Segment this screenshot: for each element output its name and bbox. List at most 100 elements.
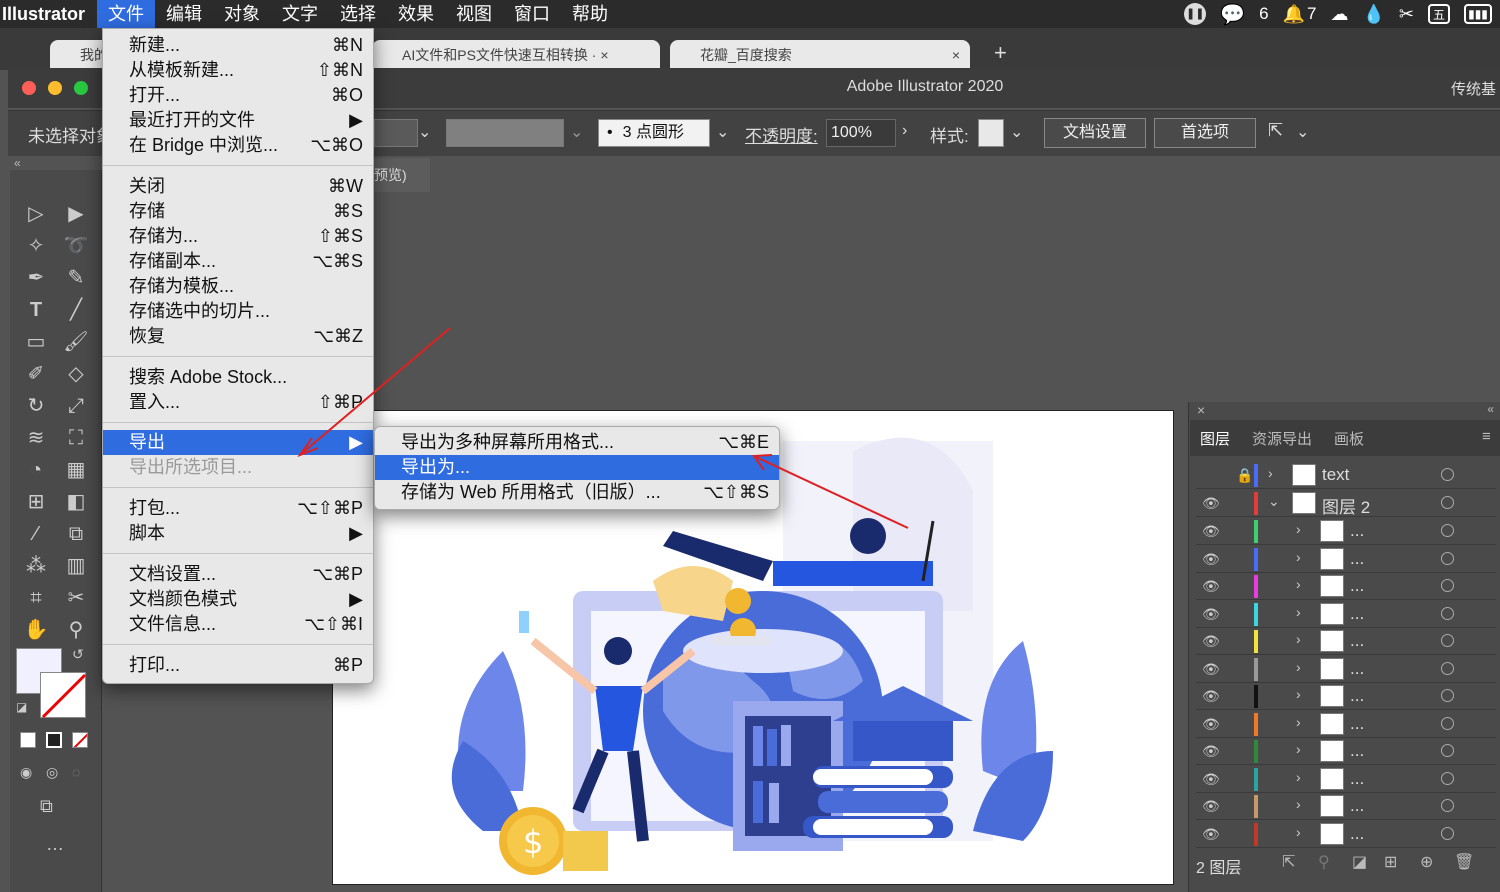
sublayer-row[interactable]: 👁 › ...	[1196, 628, 1496, 655]
tab-layers[interactable]: 图层	[1200, 428, 1230, 449]
visibility-eye-icon[interactable]: 👁	[1202, 633, 1220, 649]
document-tab[interactable]: 预览)	[370, 158, 430, 192]
lock-icon[interactable]: 🔒	[1236, 467, 1253, 483]
variable-width-profile[interactable]	[446, 119, 564, 147]
menu-item-save[interactable]: 存储 ⌘S	[103, 199, 373, 224]
sublayer-row[interactable]: 👁 › ...	[1196, 683, 1496, 710]
target-circle-icon[interactable]	[1441, 826, 1454, 840]
screen-mode-icon[interactable]: ⧉	[40, 796, 53, 817]
app-menu-illustrator[interactable]: Illustrator	[0, 4, 97, 25]
menu-item-document-setup[interactable]: 文档设置... ⌥⌘P	[103, 562, 373, 587]
menu-item-open[interactable]: 打开... ⌘O	[103, 83, 373, 108]
gradient-tool-icon[interactable]: ◧	[62, 488, 90, 516]
panel-collapse-icon[interactable]: «	[1487, 402, 1494, 416]
bell-icon[interactable]: 🔔	[1283, 4, 1305, 25]
column-graph-tool-icon[interactable]: ▥	[62, 552, 90, 580]
style-dropdown-icon[interactable]: ⌄	[1010, 122, 1023, 142]
shaper-tool-icon[interactable]: ✐	[22, 360, 50, 388]
layer-name[interactable]: 图层 2	[1322, 493, 1370, 518]
make-clipping-mask-icon[interactable]: ◪	[1352, 852, 1367, 872]
drop-icon[interactable]: 💧	[1362, 4, 1384, 25]
rectangle-tool-icon[interactable]: ▭	[22, 328, 50, 356]
menu-item-export-as[interactable]: 导出为...	[375, 455, 779, 480]
layer-name[interactable]: text	[1322, 465, 1349, 485]
browser-tab-3[interactable]: 花瓣_百度搜索 ×	[670, 40, 970, 70]
chevron-right-icon[interactable]: ›	[1296, 714, 1301, 730]
target-circle-icon[interactable]	[1441, 468, 1454, 481]
sublayer-name[interactable]: ...	[1350, 576, 1364, 596]
sublayer-name[interactable]: ...	[1350, 796, 1364, 816]
pause-icon[interactable]: ❚❚	[1184, 3, 1207, 25]
draw-behind-icon[interactable]: ◎	[46, 764, 58, 781]
target-circle-icon[interactable]	[1441, 551, 1454, 565]
sublayer-name[interactable]: ...	[1350, 659, 1364, 679]
menu-item-package[interactable]: 打包... ⌥⇧⌘P	[103, 496, 373, 521]
battery-icon[interactable]: ▮▮▮	[1464, 4, 1492, 24]
chevron-right-icon[interactable]: ›	[1296, 796, 1301, 812]
sublayer-name[interactable]: ...	[1350, 549, 1364, 569]
document-setup-button[interactable]: 文档设置	[1044, 118, 1146, 148]
menu-item-document-color-mode[interactable]: 文档颜色模式 ▶	[103, 587, 373, 612]
workspace-switcher[interactable]: 传统基	[1451, 78, 1500, 99]
menu-item-export-for-screens[interactable]: 导出为多种屏幕所用格式... ⌥⌘E	[375, 430, 779, 455]
visibility-eye-icon[interactable]: 👁	[1202, 798, 1220, 814]
arrange-icon[interactable]: ⇱	[1268, 120, 1283, 141]
tab-artboards[interactable]: 画板	[1334, 428, 1364, 449]
chevron-right-icon[interactable]: ›	[1296, 521, 1301, 537]
eyedropper-tool-icon[interactable]: ⁄	[22, 520, 50, 548]
visibility-eye-icon[interactable]: 👁	[1202, 716, 1220, 732]
lasso-tool-icon[interactable]: ➰	[62, 232, 90, 260]
export-icon[interactable]: ⇱	[1282, 852, 1295, 872]
browser-tab-1[interactable]: 我的	[50, 40, 110, 70]
chevron-right-icon[interactable]: ›	[1296, 824, 1301, 840]
menu-file[interactable]: 文件	[97, 0, 156, 28]
rotate-tool-icon[interactable]: ↻	[22, 392, 50, 420]
target-circle-icon[interactable]	[1441, 496, 1454, 509]
input-method-icon[interactable]: 五	[1428, 4, 1450, 24]
target-circle-icon[interactable]	[1441, 634, 1454, 647]
new-layer-icon[interactable]: ⊕	[1420, 852, 1433, 872]
visibility-eye-icon[interactable]: 👁	[1202, 551, 1220, 567]
browser-tab-2[interactable]: AI文件和PS文件快速互相转换 · ×	[372, 40, 660, 70]
brush-dropdown-icon[interactable]: ⌄	[716, 122, 729, 142]
menu-effect[interactable]: 效果	[387, 0, 445, 28]
selection-tool-icon[interactable]: ▷	[22, 200, 50, 228]
menu-item-revert[interactable]: 恢复 ⌥⌘Z	[103, 324, 373, 349]
sublayer-row[interactable]: 👁 › ...	[1196, 766, 1496, 793]
target-circle-icon[interactable]	[1441, 771, 1454, 785]
delete-layer-icon[interactable]: 🗑	[1454, 852, 1474, 872]
menu-item-search-adobe-stock[interactable]: 搜索 Adobe Stock...	[103, 365, 373, 390]
more-tools-icon[interactable]: …	[46, 834, 64, 855]
scale-tool-icon[interactable]: ⤢	[62, 392, 90, 420]
menu-item-new[interactable]: 新建... ⌘N	[103, 33, 373, 58]
menu-view[interactable]: 视图	[445, 0, 503, 28]
draw-normal-icon[interactable]: ◉	[20, 764, 32, 781]
zoom-window-button[interactable]	[74, 81, 88, 95]
default-fill-stroke-icon[interactable]: ◪	[16, 700, 27, 714]
color-mode-icon[interactable]	[20, 732, 36, 748]
menu-item-save-for-web-legacy[interactable]: 存储为 Web 所用格式（旧版）... ⌥⇧⌘S	[375, 480, 779, 505]
graphic-style-swatch[interactable]	[978, 119, 1004, 147]
new-tab-button[interactable]: +	[994, 40, 1007, 66]
target-circle-icon[interactable]	[1441, 716, 1454, 730]
menu-edit[interactable]: 编辑	[155, 0, 213, 28]
clipper-icon[interactable]: ✂	[1399, 4, 1414, 25]
menu-item-scripts[interactable]: 脚本 ▶	[103, 521, 373, 546]
locate-object-icon[interactable]: ⚲	[1318, 852, 1330, 872]
panel-close-icon[interactable]: ×	[1197, 402, 1205, 418]
menu-item-print[interactable]: 打印... ⌘P	[103, 653, 373, 678]
layer-row[interactable]: 🔒 › text	[1196, 462, 1496, 489]
draw-inside-icon[interactable]: ◌	[72, 764, 80, 780]
menu-item-close[interactable]: 关闭 ⌘W	[103, 174, 373, 199]
sublayer-row[interactable]: 👁 › ...	[1196, 793, 1496, 820]
sublayer-row[interactable]: 👁 › ...	[1196, 821, 1496, 848]
target-circle-icon[interactable]	[1441, 579, 1454, 592]
close-window-button[interactable]	[22, 81, 36, 95]
paintbrush-tool-icon[interactable]: 🖌	[62, 328, 90, 356]
sublayer-name[interactable]: ...	[1350, 604, 1364, 624]
arrange-dropdown-icon[interactable]: ⌄	[1296, 122, 1309, 142]
sublayer-name[interactable]: ...	[1350, 631, 1364, 651]
stroke-weight-dropdown-icon[interactable]: ⌄	[418, 122, 431, 142]
menu-item-new-from-template[interactable]: 从模板新建... ⇧⌘N	[103, 58, 373, 83]
menu-item-save-as[interactable]: 存储为... ⇧⌘S	[103, 224, 373, 249]
